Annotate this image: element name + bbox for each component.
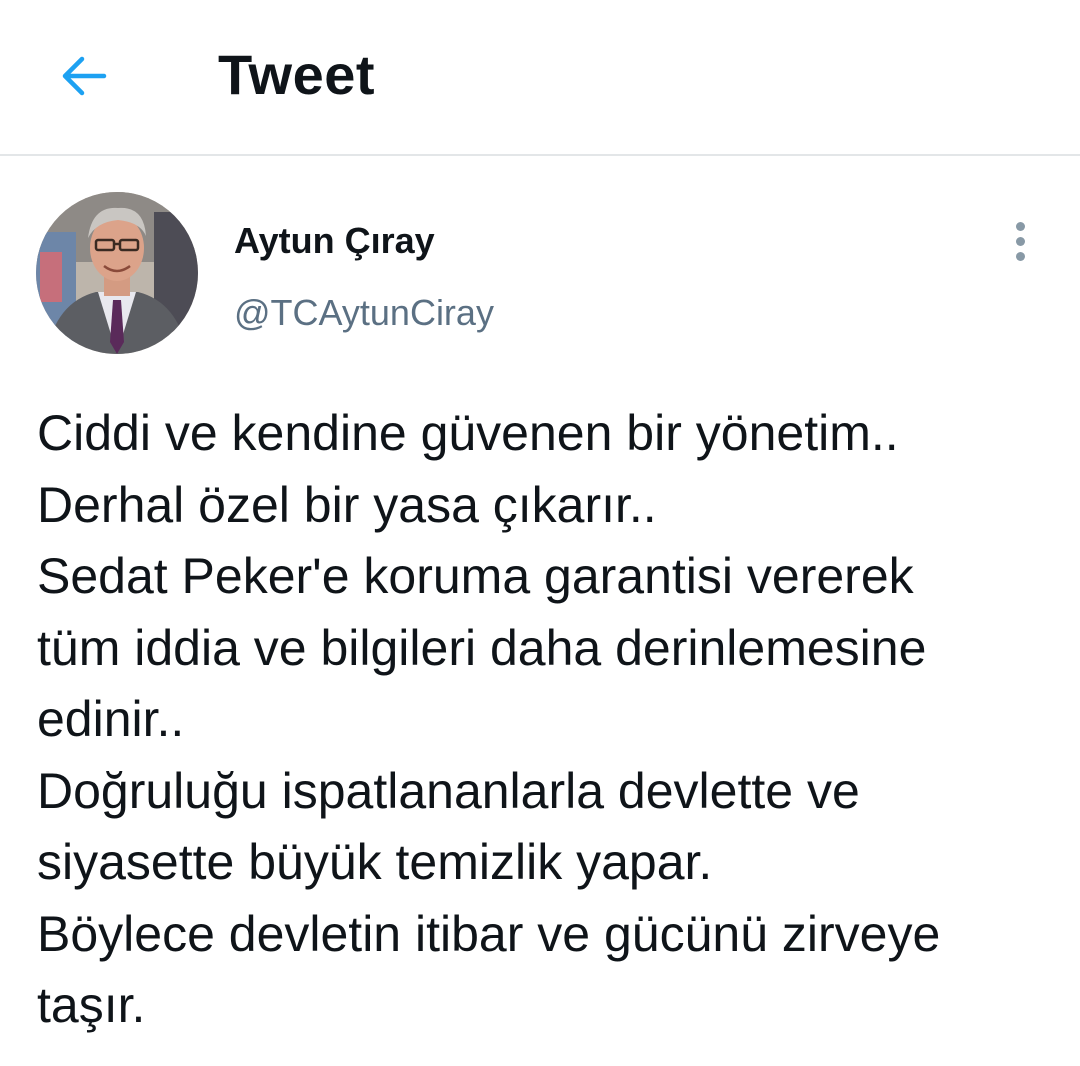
profile-photo xyxy=(36,192,198,354)
author-display-name[interactable]: Aytun Çıray xyxy=(234,220,435,262)
tweet-line: taşır. xyxy=(37,977,146,1033)
back-button[interactable] xyxy=(52,44,116,108)
tweet-line: Doğruluğu ispatlananlarla devlette ve xyxy=(37,762,860,819)
tweet-line: Derhal özel bir yasa çıkarır.. xyxy=(37,476,657,533)
avatar[interactable] xyxy=(36,192,198,354)
tweet-line: tüm iddia ve bilgileri daha derinlemesin… xyxy=(37,619,927,676)
page-title: Tweet xyxy=(218,43,376,106)
more-vertical-icon-dot xyxy=(1015,236,1025,246)
more-options-button[interactable] xyxy=(1000,214,1040,268)
tweet-line: Sedat Peker'e koruma garantisi vererek xyxy=(37,548,914,604)
tweet-line: siyasette büyük temizlik yapar. xyxy=(37,834,713,890)
top-app-bar: Tweet xyxy=(0,0,1080,156)
tweet-line: Böylece devletin itibar ve gücünü zirvey… xyxy=(37,905,941,962)
arrow-left-icon xyxy=(62,56,107,96)
author-handle[interactable]: @TCAytunCiray xyxy=(234,292,494,334)
tweet-line: edinir.. xyxy=(37,691,185,747)
tweet-line: Ciddi ve kendine güvenen bir yönetim.. xyxy=(37,405,899,461)
more-vertical-icon xyxy=(1015,221,1025,231)
tweet-body: Ciddi ve kendine güvenen bir yönetim.. D… xyxy=(37,398,1067,1042)
more-vertical-icon-dot xyxy=(1015,251,1025,261)
